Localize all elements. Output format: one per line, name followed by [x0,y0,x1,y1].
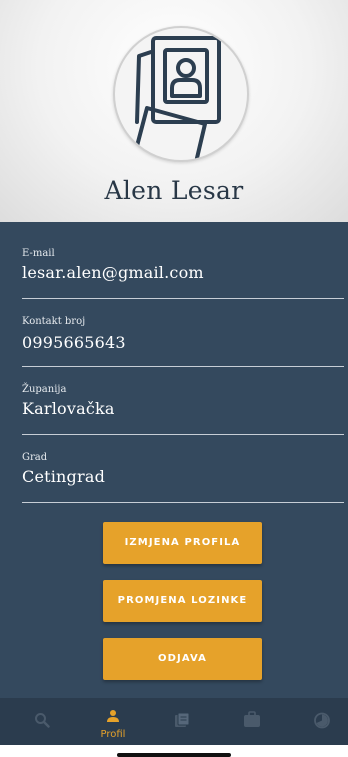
tab-profil[interactable]: Profil [83,698,143,745]
city-label: Grad [22,452,48,463]
email-field: E-mail lesar.alen@gmail.com [22,240,344,299]
home-indicator[interactable] [117,753,231,757]
person-icon [107,710,119,722]
briefcase-icon [244,711,260,727]
profile-details-panel: E-mail lesar.alen@gmail.com Kontakt broj… [0,222,348,698]
tab-jobs[interactable] [222,698,282,745]
phone-label: Kontakt broj [22,316,86,327]
avatar[interactable] [113,26,249,162]
edit-profile-button[interactable]: IZMJENA PROFILA [103,522,262,564]
user-photos-icon [135,36,221,160]
county-label: Županija [22,384,67,395]
county-field: Županija Karlovačka [22,376,344,435]
clock-icon [314,712,330,729]
documents-icon [175,712,190,727]
profile-name: Alen Lesar [104,176,244,205]
tab-documents[interactable] [152,698,212,745]
search-icon [35,713,50,728]
profile-header: Alen Lesar [0,0,348,222]
county-value: Karlovačka [22,399,115,418]
city-value: Cetingrad [22,467,106,486]
phone-value: 0995665643 [22,333,126,352]
email-label: E-mail [22,248,55,259]
city-field: Grad Cetingrad [22,444,344,503]
change-password-button[interactable]: PROMJENA LOZINKE [103,580,262,622]
bottom-tab-bar: Profil [0,698,348,745]
tab-search[interactable] [12,698,72,745]
logout-button[interactable]: ODJAVA [103,638,262,680]
tab-history[interactable] [292,698,348,745]
tab-profil-label: Profil [100,729,126,740]
phone-field: Kontakt broj 0995665643 [22,308,344,367]
email-value: lesar.alen@gmail.com [22,263,204,282]
